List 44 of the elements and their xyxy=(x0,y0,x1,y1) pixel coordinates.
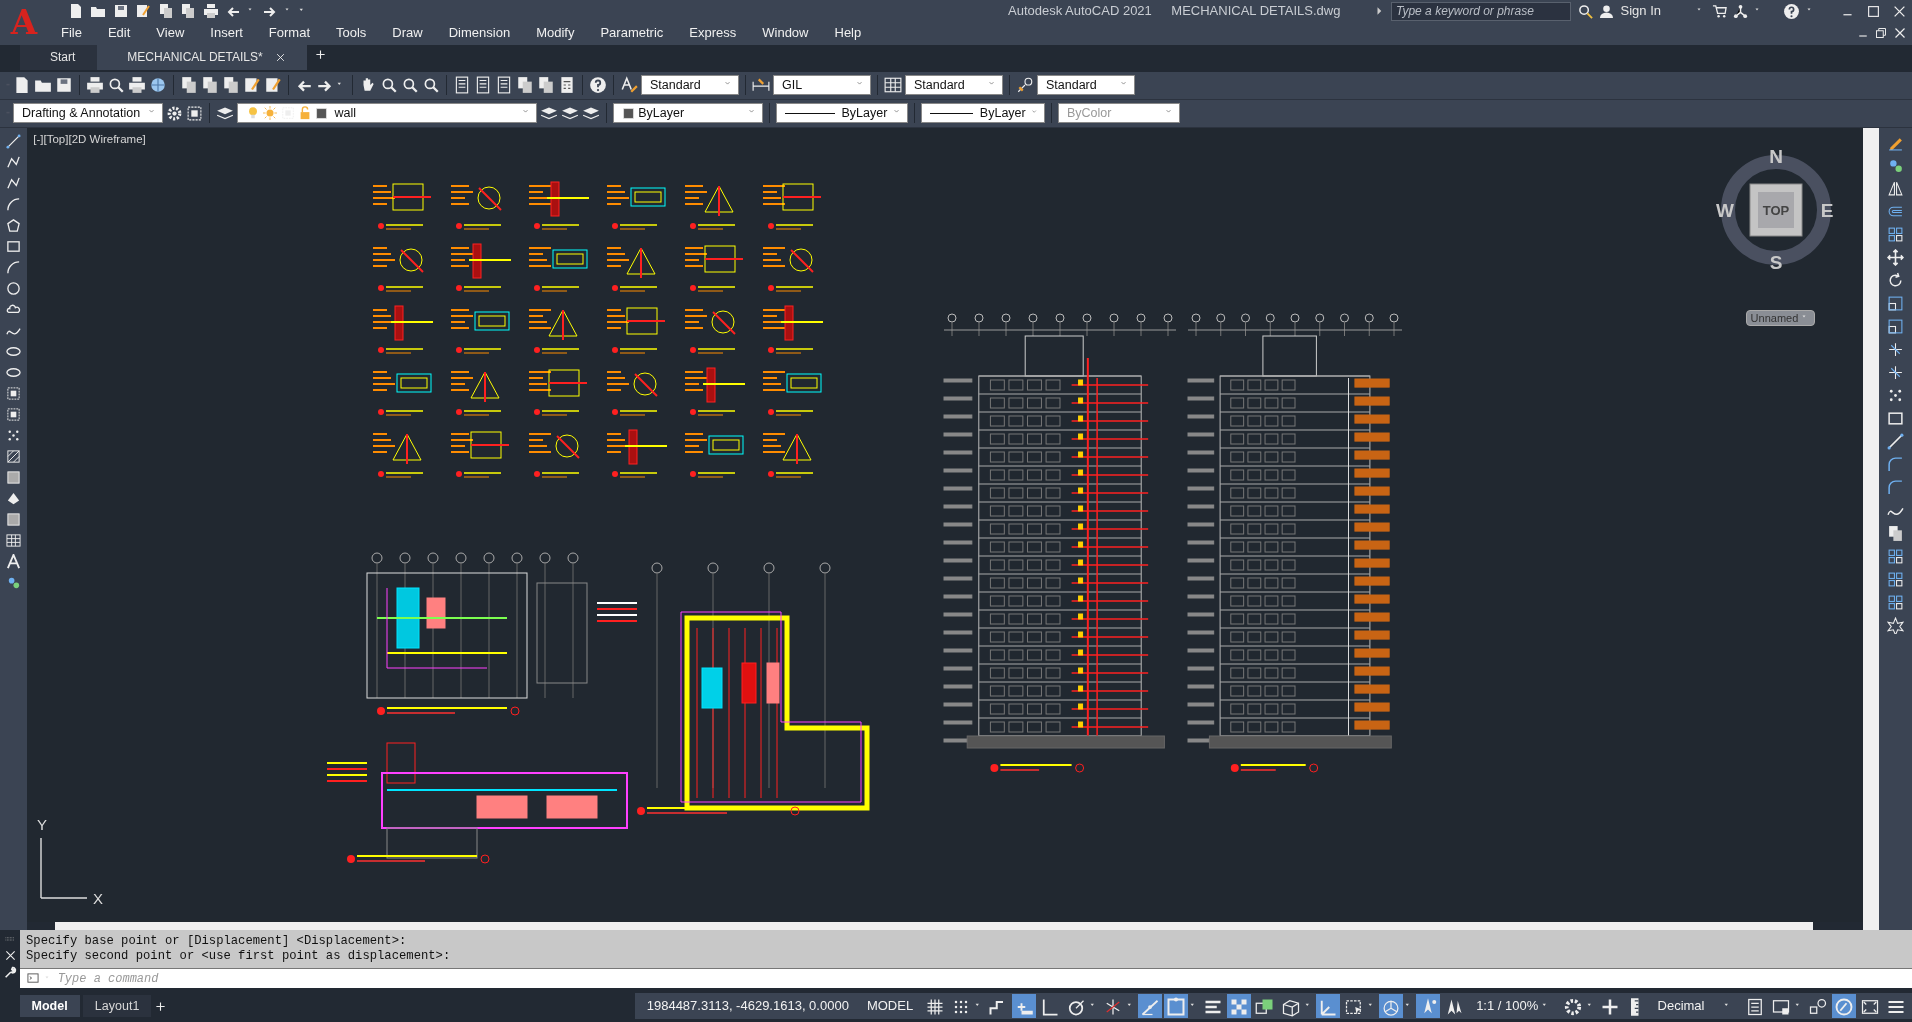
coordinates-readout[interactable]: 1984487.3113, -4629.1613, 0.0000 xyxy=(638,996,857,1016)
file-tab[interactable]: Start xyxy=(20,45,98,70)
layout-tab[interactable]: Layout1 xyxy=(82,995,152,1017)
units-dropdown[interactable]: Decimal xyxy=(1649,996,1741,1016)
command-history-line: Specify base point or [Displacement] <Displacement>: xyxy=(26,934,408,950)
menu-item[interactable]: Format xyxy=(255,22,323,44)
menu-item[interactable]: Help xyxy=(821,22,875,44)
menu-item[interactable]: Dimension xyxy=(435,22,524,44)
menu-item[interactable]: Window xyxy=(749,22,822,44)
command-history-line: Specify second point or <use first point as displacement>: xyxy=(26,949,452,965)
ucs-dropdown[interactable]: Unnamed xyxy=(1745,309,1816,326)
menu-item[interactable]: Edit xyxy=(94,22,144,44)
compass-west-label[interactable]: W xyxy=(1716,199,1735,221)
text-style-dropdown[interactable]: Standard xyxy=(641,75,739,96)
search-field[interactable]: Type a keyword or phrase xyxy=(1391,1,1571,21)
menu-item[interactable]: Insert xyxy=(197,22,256,44)
file-tab[interactable]: MECHANICAL DETAILS* xyxy=(97,45,307,70)
menu-item[interactable]: File xyxy=(48,22,95,44)
menu-item[interactable]: Modify xyxy=(523,22,588,44)
table-style-dropdown[interactable]: Standard xyxy=(905,75,1003,96)
menu-item[interactable]: Draw xyxy=(379,22,436,44)
menu-item[interactable]: Tools xyxy=(323,22,380,44)
compass-north-label[interactable]: N xyxy=(1769,145,1784,167)
layout-tab[interactable]: Model xyxy=(19,995,80,1017)
multileader-style-dropdown[interactable]: Standard xyxy=(1037,75,1135,96)
file-name: MECHANICAL DETAILS.dwg xyxy=(1171,2,1341,21)
color-dropdown[interactable]: ByLayer xyxy=(613,103,763,124)
linetype-dropdown[interactable]: ByLayer xyxy=(776,103,908,124)
workspace-dropdown[interactable]: Drafting & Annotation xyxy=(13,103,163,124)
axis-label: Y xyxy=(37,815,48,833)
model-space-toggle[interactable]: MODEL xyxy=(858,996,922,1016)
layer-dropdown[interactable]: wall xyxy=(237,103,537,124)
menu-item[interactable]: Parametric xyxy=(587,22,677,44)
compass-east-label[interactable]: E xyxy=(1820,199,1834,221)
menu-item[interactable]: Express xyxy=(676,22,750,44)
compass-south-label[interactable]: S xyxy=(1769,251,1783,273)
dimension-style-dropdown[interactable]: GIL xyxy=(773,75,871,96)
lineweight-dropdown[interactable]: ByLayer xyxy=(921,103,1045,124)
annotation-scale-dropdown[interactable]: 1:1 / 100% xyxy=(1468,996,1559,1016)
app-title: Autodesk AutoCAD 2021 xyxy=(1008,2,1152,21)
axis-label: X xyxy=(93,889,104,907)
viewport-controls-label[interactable]: [-][Top][2D Wireframe] xyxy=(33,130,146,149)
sign-in-link[interactable]: Sign In xyxy=(1620,1,1691,21)
menu-item[interactable]: View xyxy=(143,22,198,44)
